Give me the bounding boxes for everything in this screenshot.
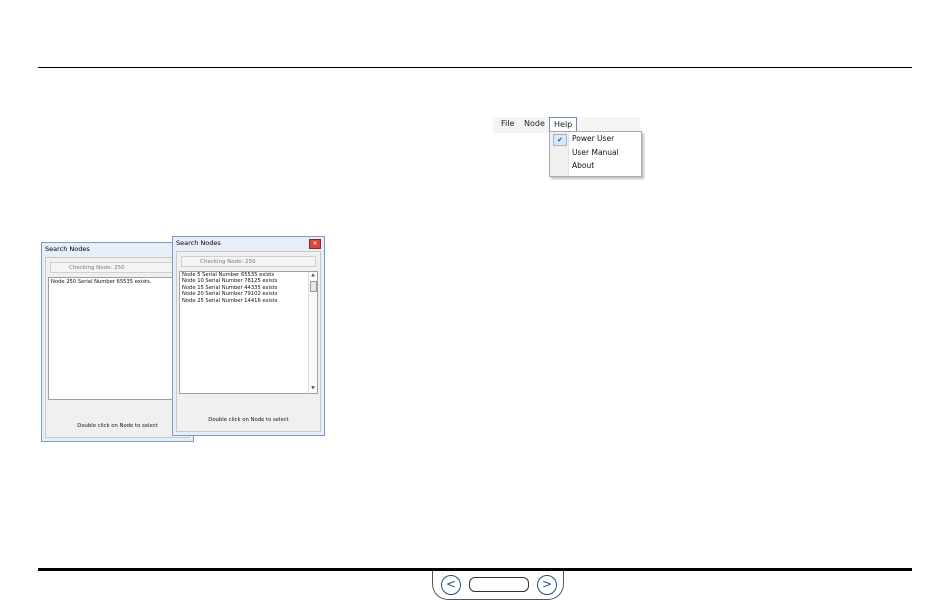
footer-hint: Double click on Node to select <box>77 423 158 429</box>
status-field: Checking Node: 250 <box>50 262 185 273</box>
footer-hint: Double click on Node to select <box>208 417 289 423</box>
window-title: Search Nodes <box>45 245 90 253</box>
help-dropdown-menu: ✔ Power User User Manual About <box>549 131 642 177</box>
close-icon[interactable]: ✕ <box>309 239 321 249</box>
node-list[interactable]: Node 250 Serial Number 65535 exists. <box>48 277 187 400</box>
chevron-left-icon[interactable]: < <box>441 575 461 595</box>
status-field: Checking Node: 250 <box>181 256 316 267</box>
top-divider <box>38 67 912 68</box>
menu-item-power-user[interactable]: Power User <box>572 134 614 143</box>
scroll-down-icon[interactable]: ▼ <box>309 385 317 393</box>
list-item[interactable]: Node 25 Serial Number 14416 exists <box>180 298 317 304</box>
menu-item-about[interactable]: About <box>572 161 594 170</box>
list-item[interactable]: Node 250 Serial Number 65535 exists. <box>49 278 186 285</box>
menu-file[interactable]: File <box>501 119 514 128</box>
window-body: Checking Node: 250 Node 5 Serial Number … <box>176 251 321 432</box>
window-body: Checking Node: 250 Node 250 Serial Numbe… <box>45 257 190 438</box>
vertical-scrollbar[interactable]: ▲ ▼ <box>308 272 317 393</box>
search-nodes-window-front: Search Nodes ✕ Checking Node: 250 Node 5… <box>172 236 325 436</box>
menu-item-user-manual[interactable]: User Manual <box>572 148 619 157</box>
slide-navigation: < > <box>432 571 564 600</box>
menu-help[interactable]: Help <box>549 117 577 131</box>
menu-node[interactable]: Node <box>524 119 545 128</box>
window-title: Search Nodes <box>176 239 221 247</box>
chevron-right-icon[interactable]: > <box>537 575 557 595</box>
page-indicator[interactable] <box>469 577 529 592</box>
scroll-up-icon[interactable]: ▲ <box>309 272 317 280</box>
node-list[interactable]: Node 5 Serial Number 65535 exists Node 1… <box>179 271 318 394</box>
scrollbar-thumb[interactable] <box>310 281 317 292</box>
checkmark-icon: ✔ <box>553 134 567 146</box>
